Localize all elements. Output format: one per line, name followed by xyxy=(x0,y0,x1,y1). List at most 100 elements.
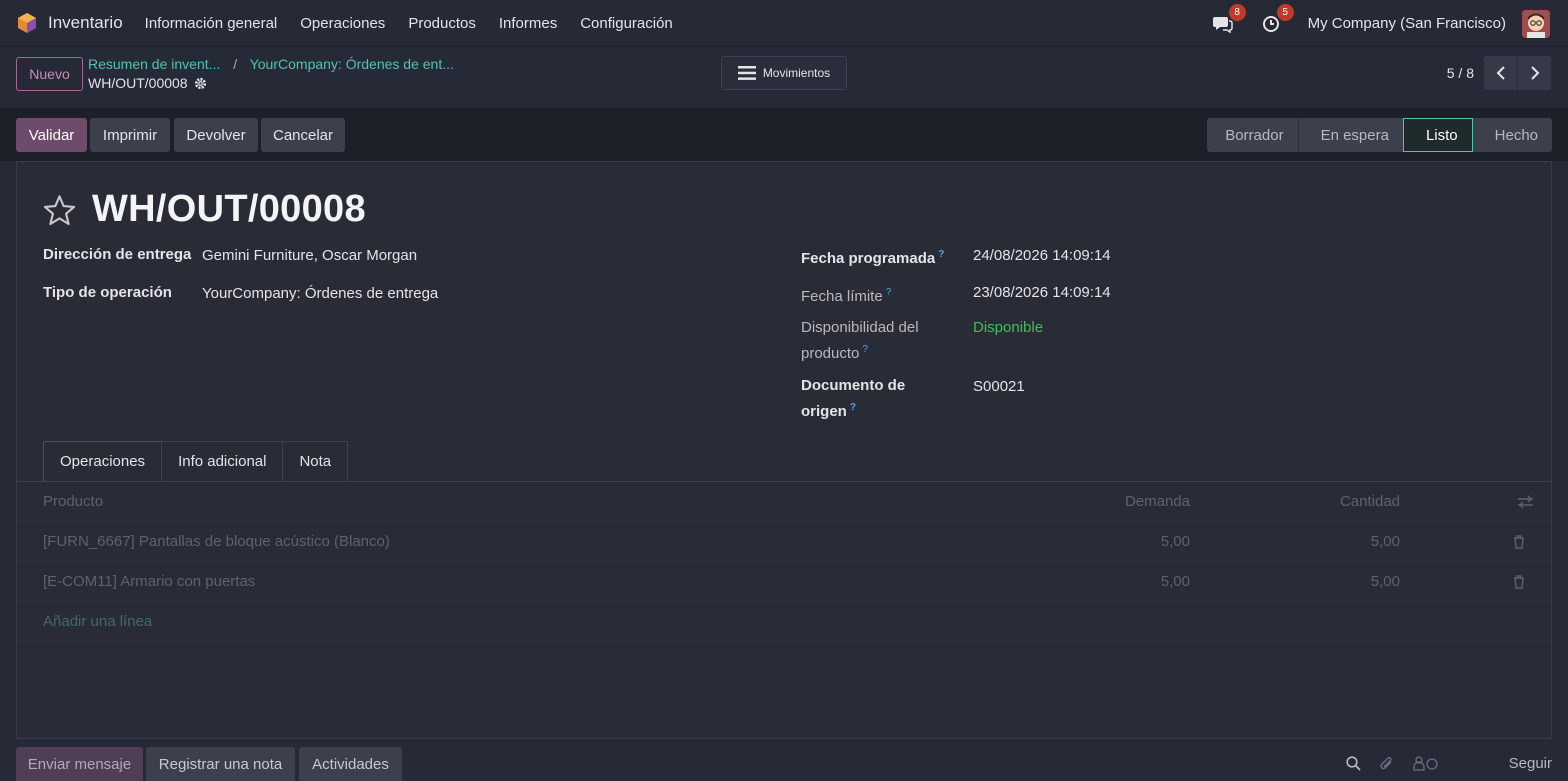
cancel-button[interactable]: Cancelar xyxy=(261,118,345,152)
validate-button[interactable]: Validar xyxy=(16,118,87,152)
chatter-tools: Seguir xyxy=(1346,755,1552,772)
form-action-bar: Validar Imprimir Devolver Cancelar Borra… xyxy=(0,109,1568,161)
return-button[interactable]: Devolver xyxy=(174,118,258,152)
search-icon[interactable] xyxy=(1346,756,1361,771)
scheduled-date-label: Fecha programada? xyxy=(801,244,944,270)
activities-button[interactable]: Actividades xyxy=(299,747,402,781)
tab-operations[interactable]: Operaciones xyxy=(43,441,163,481)
stage-done[interactable]: Hecho xyxy=(1472,118,1552,152)
source-document-label: Documento de origen? xyxy=(801,375,905,423)
delivery-address-field[interactable]: Gemini Furniture, Oscar Morgan xyxy=(202,245,417,267)
availability-label-line1: Disponibilidad del xyxy=(801,319,919,336)
menu-general-info[interactable]: Información general xyxy=(145,15,278,32)
new-button[interactable]: Nuevo xyxy=(16,57,83,91)
row-product[interactable]: [E-COM11] Armario con puertas xyxy=(43,573,255,590)
messages-badge: 8 xyxy=(1228,3,1246,21)
pager-previous-button[interactable] xyxy=(1484,56,1518,90)
messages-button[interactable]: 8 xyxy=(1212,3,1246,35)
record-name: WH/OUT/00008 xyxy=(88,75,188,91)
breadcrumb-delivery-orders[interactable]: YourCompany: Órdenes de ent... xyxy=(250,56,454,72)
stage-draft[interactable]: Borrador xyxy=(1207,118,1298,152)
source-document-label-line1: Documento de xyxy=(801,377,906,394)
add-line-row: Añadir una línea xyxy=(17,602,1551,642)
table-row[interactable]: [FURN_6667] Pantallas de bloque acústico… xyxy=(17,522,1551,562)
chatter-bar: Enviar mensaje Registrar una nota Activi… xyxy=(0,739,1568,781)
column-demand[interactable]: Demanda xyxy=(1125,493,1190,510)
chevron-left-icon xyxy=(1496,66,1505,80)
pager: 5 / 8 xyxy=(1447,56,1552,90)
app-name[interactable]: Inventario xyxy=(48,13,123,33)
hamburger-icon xyxy=(737,66,756,80)
pager-value[interactable]: 5 / 8 xyxy=(1447,65,1474,81)
breadcrumb-separator: / xyxy=(233,56,238,72)
deadline-label: Fecha límite? xyxy=(801,282,891,308)
availability-label-line2: producto xyxy=(801,345,860,362)
add-line-link[interactable]: Añadir una línea xyxy=(43,613,152,630)
company-switcher[interactable]: My Company (San Francisco) xyxy=(1308,15,1506,32)
print-button[interactable]: Imprimir xyxy=(90,118,170,152)
scheduled-date-label-text: Fecha programada xyxy=(801,250,936,267)
record-title: WH/OUT/00008 xyxy=(92,188,366,230)
row-demand[interactable]: 5,00 xyxy=(1161,573,1190,590)
title-row: WH/OUT/00008 xyxy=(43,188,366,231)
gear-icon[interactable] xyxy=(194,77,207,90)
table-row[interactable]: [E-COM11] Armario con puertas 5,00 5,00 xyxy=(17,562,1551,602)
availability-label: Disponibilidad del producto? xyxy=(801,317,919,365)
log-note-button[interactable]: Registrar una nota xyxy=(146,747,295,781)
deadline-label-text: Fecha límite xyxy=(801,288,883,305)
operations-table: Producto Demanda Cantidad [FURN_6667] Pa… xyxy=(17,482,1551,642)
odoo-logo-icon[interactable] xyxy=(16,12,38,34)
stage-ready[interactable]: Listo xyxy=(1402,118,1473,152)
send-message-button[interactable]: Enviar mensaje xyxy=(16,747,143,781)
clock-icon xyxy=(1262,15,1279,32)
notebook-tabs: Operaciones Info adicional Nota xyxy=(43,441,349,481)
column-product[interactable]: Producto xyxy=(43,493,103,510)
help-icon[interactable]: ? xyxy=(850,402,856,413)
breadcrumb: Resumen de invent... / YourCompany: Órde… xyxy=(88,56,454,72)
trash-icon[interactable] xyxy=(1513,535,1525,549)
tab-additional-info[interactable]: Info adicional xyxy=(161,441,284,481)
row-product[interactable]: [FURN_6667] Pantallas de bloque acústico… xyxy=(43,533,390,550)
activities-badge: 5 xyxy=(1276,3,1294,21)
activities-button[interactable]: 5 xyxy=(1260,3,1294,35)
movements-button[interactable]: Movimientos xyxy=(721,56,847,90)
menu-reports[interactable]: Informes xyxy=(499,15,557,32)
source-document-field[interactable]: S00021 xyxy=(973,376,1025,398)
control-panel: Nuevo Resumen de invent... / YourCompany… xyxy=(0,47,1568,109)
settings-sliders-icon[interactable] xyxy=(1518,495,1533,509)
menu-configuration[interactable]: Configuración xyxy=(580,15,673,32)
breadcrumb-inventory-overview[interactable]: Resumen de invent... xyxy=(88,56,220,72)
row-quantity[interactable]: 5,00 xyxy=(1371,573,1400,590)
chevron-right-icon xyxy=(1530,66,1539,80)
pager-next-button[interactable] xyxy=(1518,56,1552,90)
paperclip-icon[interactable] xyxy=(1379,756,1395,772)
column-quantity[interactable]: Cantidad xyxy=(1340,493,1400,510)
menu-products[interactable]: Productos xyxy=(408,15,476,32)
follow-button[interactable]: Seguir xyxy=(1509,755,1552,772)
operation-type-label: Tipo de operación xyxy=(43,284,172,301)
movements-label: Movimientos xyxy=(762,66,831,80)
help-icon[interactable]: ? xyxy=(886,287,892,298)
scheduled-date-field[interactable]: 24/08/2026 14:09:14 xyxy=(973,245,1111,267)
form-sheet: WH/OUT/00008 Dirección de entrega Gemini… xyxy=(16,161,1552,739)
status-bar: Borrador En espera Listo Hecho xyxy=(1207,118,1552,152)
stage-waiting[interactable]: En espera xyxy=(1297,118,1403,152)
help-icon[interactable]: ? xyxy=(862,344,868,355)
availability-status: Disponible xyxy=(973,319,1044,336)
trash-icon[interactable] xyxy=(1513,575,1525,589)
delivery-address-label: Dirección de entrega xyxy=(43,246,192,263)
user-avatar[interactable] xyxy=(1522,9,1550,38)
deadline-field: 23/08/2026 14:09:14 xyxy=(973,284,1111,301)
followers-icon[interactable] xyxy=(1412,756,1439,771)
help-icon[interactable]: ? xyxy=(938,249,944,260)
row-demand[interactable]: 5,00 xyxy=(1161,533,1190,550)
table-header: Producto Demanda Cantidad xyxy=(17,482,1551,522)
tab-note[interactable]: Nota xyxy=(282,441,349,481)
source-document-label-line2: origen xyxy=(801,403,847,420)
current-record: WH/OUT/00008 xyxy=(88,75,207,91)
star-icon[interactable] xyxy=(43,194,76,226)
menu-operations[interactable]: Operaciones xyxy=(300,15,385,32)
top-navbar: Inventario Información general Operacion… xyxy=(0,0,1568,47)
operation-type-field[interactable]: YourCompany: Órdenes de entrega xyxy=(202,283,438,305)
row-quantity[interactable]: 5,00 xyxy=(1371,533,1400,550)
